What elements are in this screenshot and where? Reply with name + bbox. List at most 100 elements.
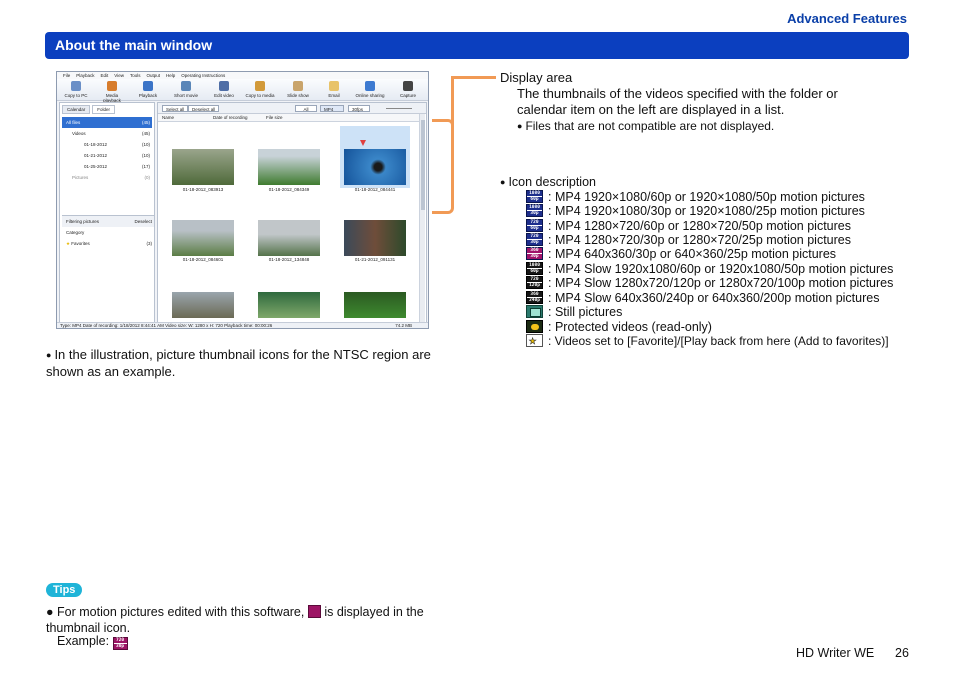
- slide-show-button[interactable]: Slide show: [283, 81, 313, 98]
- filter-format-select[interactable]: MP4: [320, 105, 344, 112]
- page-number: 26: [895, 646, 909, 660]
- menu-help[interactable]: Help: [166, 73, 175, 78]
- video-thumbnail[interactable]: [258, 149, 320, 185]
- thumb-caption: 01-18-2012_134848: [268, 257, 310, 262]
- email-icon: [329, 81, 339, 91]
- menu-tools[interactable]: Tools: [130, 73, 141, 78]
- menu-edit[interactable]: Edit: [101, 73, 109, 78]
- video-thumbnail[interactable]: [258, 220, 320, 256]
- playback-button[interactable]: Playback: [133, 81, 163, 98]
- mp4-720-60p-icon: 720 60p: [526, 219, 543, 232]
- edited-icon: [307, 605, 321, 618]
- menu-bar: File Playback Edit View Tools Output Hel…: [57, 72, 428, 79]
- copy-to-media-button[interactable]: Copy to media: [245, 81, 275, 98]
- tab-folder[interactable]: Folder: [92, 105, 116, 114]
- icon-row: 720 120p: MP4 Slow 1280x720/120p or 1280x…: [526, 276, 893, 290]
- edit-video-button[interactable]: Edit video: [209, 81, 239, 98]
- icon-description-title: Icon description: [500, 174, 596, 191]
- column-size[interactable]: File size: [266, 115, 283, 120]
- slow-1080-icon: 1080 60p: [526, 262, 543, 275]
- vertical-scrollbar[interactable]: [419, 114, 425, 323]
- media-playback-button[interactable]: Media playback: [97, 81, 127, 103]
- favorite-icon: [526, 333, 543, 347]
- tips-bullet: ●: [46, 605, 58, 619]
- online-sharing-icon: [365, 81, 375, 91]
- status-info: Type: MP4 Date of recording: 1/18/2012 8…: [60, 323, 273, 328]
- capture-button[interactable]: Capture: [393, 81, 423, 98]
- deselect-all-button[interactable]: Deselect all: [188, 105, 220, 112]
- online-sharing-button[interactable]: Online sharing: [355, 81, 385, 98]
- status-bar: Type: MP4 Date of recording: 1/18/2012 8…: [57, 322, 428, 328]
- thumb-caption: 01-18-2012_084441: [354, 187, 396, 192]
- status-size: 74.2 MB: [395, 323, 412, 328]
- filter-category-tab[interactable]: Category: [62, 227, 154, 238]
- icon-row: 720 30p: MP4 1280×720/30p or 1280×720/25p…: [526, 233, 851, 247]
- tips-badge: Tips: [46, 583, 83, 597]
- title-bar: About the main window: [45, 32, 909, 59]
- tips-example: Example: 720 30p: [57, 633, 128, 650]
- callout-connector: [451, 76, 496, 79]
- tree-item-date[interactable]: 01-21-2012 (10): [62, 150, 152, 161]
- edited-example-icon: 720 30p: [112, 637, 128, 650]
- video-thumbnail[interactable]: [344, 292, 406, 318]
- icon-row: 1080 60p: MP4 1920×1080/60p or 1920×1080/…: [526, 190, 865, 204]
- media-playback-icon: [107, 81, 117, 91]
- video-thumbnail[interactable]: [172, 220, 234, 256]
- filter-deselect-button[interactable]: Deselect: [134, 216, 152, 227]
- menu-file[interactable]: File: [63, 73, 70, 78]
- copy-to-pc-button[interactable]: Copy to PC: [61, 81, 91, 98]
- short-movie-button[interactable]: Short movie: [171, 81, 201, 98]
- main-window-screenshot: File Playback Edit View Tools Output Hel…: [56, 71, 429, 329]
- tab-calendar[interactable]: Calendar: [62, 105, 91, 114]
- tips-text: ● For motion pictures edited with this s…: [46, 605, 424, 635]
- tree-item-videos[interactable]: Videos (45): [62, 128, 152, 139]
- folder-tree: All files (45) Videos (45) 01-18-2012 (10) …: [62, 117, 152, 183]
- icon-row: 720 60p: MP4 1280×720/60p or 1280×720/50p…: [526, 219, 851, 233]
- protected-icon: [526, 320, 543, 333]
- tree-item-date[interactable]: 01-18-2012 (10): [62, 139, 152, 150]
- email-button[interactable]: Email: [319, 81, 349, 98]
- display-area-note: Files that are not compatible are not di…: [517, 118, 774, 135]
- select-all-button[interactable]: Select all: [162, 105, 189, 112]
- short-movie-icon: [181, 81, 191, 91]
- thumb-caption: 01-18-2012_084349: [268, 187, 310, 192]
- video-thumbnail[interactable]: [344, 149, 406, 185]
- column-date[interactable]: Date of recording: [213, 115, 248, 120]
- mp4-30p-icon: 1080 30p: [526, 204, 543, 217]
- menu-operating-instructions[interactable]: Operating Instructions: [181, 73, 225, 78]
- section-heading: Advanced Features: [787, 11, 907, 26]
- menu-view[interactable]: View: [114, 73, 124, 78]
- slide-show-icon: [293, 81, 303, 91]
- still-picture-icon: [526, 305, 543, 318]
- mp4-60p-icon: 1080 60p: [526, 190, 543, 203]
- callout-connector: [451, 76, 454, 168]
- video-thumbnail[interactable]: [172, 149, 234, 185]
- toolbar: Copy to PC Media playback Playback Short…: [57, 79, 428, 103]
- thumb-caption: 01-18-2012_083913: [182, 187, 224, 192]
- icon-row: 1080 60p: MP4 Slow 1920x1080/60p or 1920x…: [526, 262, 893, 276]
- mp4-720-30p-icon: 720 30p: [526, 233, 543, 246]
- tree-item-date[interactable]: 01-25-2012 (17): [62, 161, 152, 172]
- icon-row: 1080 30p: MP4 1920×1080/30p or 1920×1080/…: [526, 204, 865, 218]
- slow-720-icon: 720 120p: [526, 276, 543, 289]
- filter-item-favorites[interactable]: ★ Favorites (3): [62, 238, 154, 249]
- video-thumbnail[interactable]: [344, 220, 406, 256]
- video-thumbnail[interactable]: [258, 292, 320, 318]
- menu-output[interactable]: Output: [147, 73, 161, 78]
- tree-item-all-files[interactable]: All files (45): [62, 117, 152, 128]
- copy-to-media-icon: [255, 81, 265, 91]
- column-name[interactable]: Name: [162, 115, 174, 120]
- zoom-slider[interactable]: [386, 108, 412, 109]
- edit-video-icon: [219, 81, 229, 91]
- video-thumbnail[interactable]: [172, 292, 234, 318]
- icon-row: : Still pictures: [526, 305, 622, 319]
- tree-item-pictures[interactable]: Pictures (0): [62, 172, 152, 183]
- icon-row: : Videos set to [Favorite]/[Play back fr…: [526, 333, 889, 348]
- menu-playback[interactable]: Playback: [76, 73, 94, 78]
- display-toolbar: Select all Deselect all All MP4 30fps: [158, 103, 426, 114]
- display-area: Select all Deselect all All MP4 30fps Na…: [157, 102, 427, 324]
- icon-row: 360 240p: MP4 Slow 640x360/240p or 640x36…: [526, 291, 879, 305]
- filter-all-select[interactable]: All: [295, 105, 317, 112]
- filter-rate-select[interactable]: 30fps: [348, 105, 370, 112]
- copy-to-pc-icon: [71, 81, 81, 91]
